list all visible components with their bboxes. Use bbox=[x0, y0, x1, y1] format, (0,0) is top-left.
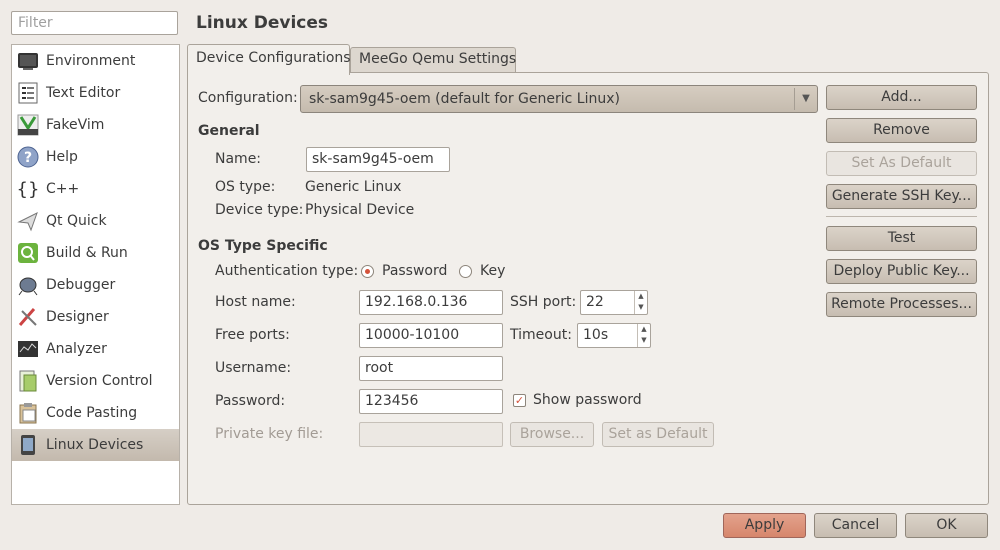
version-control-icon bbox=[19, 370, 37, 392]
ssh-port-stepper[interactable]: 22 ▲ ▼ bbox=[580, 290, 648, 315]
apply-button[interactable]: Apply bbox=[723, 513, 806, 538]
sidebar-item-label: C++ bbox=[46, 181, 80, 197]
monitor-icon bbox=[18, 53, 38, 70]
sidebar-item-label: Version Control bbox=[46, 373, 153, 389]
tab-device-configurations[interactable]: Device Configurations bbox=[187, 44, 351, 75]
auth-key-radio[interactable] bbox=[459, 265, 472, 278]
sidebar-item-label: Environment bbox=[46, 53, 136, 69]
chevron-down-icon: ▼ bbox=[794, 88, 817, 110]
general-section-title: General bbox=[198, 123, 260, 139]
tab-meego-qemu-settings[interactable]: MeeGo Qemu Settings bbox=[350, 47, 516, 73]
fakevim-icon bbox=[17, 114, 39, 136]
free-ports-label: Free ports: bbox=[215, 327, 290, 343]
sidebar-item-label: Debugger bbox=[46, 277, 116, 293]
sidebar-item-version-control[interactable]: Version Control bbox=[12, 365, 179, 397]
os-specific-section-title: OS Type Specific bbox=[198, 238, 328, 254]
debugger-icon bbox=[18, 277, 38, 296]
auth-type-label: Authentication type: bbox=[215, 263, 359, 279]
private-key-field[interactable] bbox=[359, 422, 503, 447]
sidebar-item-analyzer[interactable]: Analyzer bbox=[12, 333, 179, 365]
sidebar-item-label: Qt Quick bbox=[46, 213, 107, 229]
private-key-set-default-button[interactable]: Set as Default bbox=[602, 422, 714, 447]
device-type-value: Physical Device bbox=[305, 202, 415, 218]
name-field[interactable]: sk-sam9g45-oem bbox=[306, 147, 450, 172]
password-field[interactable]: 123456 bbox=[359, 389, 503, 414]
sidebar-item-label: Analyzer bbox=[46, 341, 107, 357]
timeout-stepper[interactable]: 10s ▲ ▼ bbox=[577, 323, 651, 348]
timeout-value: 10s bbox=[583, 327, 609, 343]
cancel-button[interactable]: Cancel bbox=[814, 513, 897, 538]
private-key-label: Private key file: bbox=[215, 426, 324, 442]
svg-text:{}: {} bbox=[17, 179, 39, 200]
configuration-value: sk-sam9g45-oem (default for Generic Linu… bbox=[309, 91, 620, 107]
timeout-label: Timeout: bbox=[510, 327, 572, 343]
name-label: Name: bbox=[215, 151, 262, 167]
filter-input[interactable]: Filter bbox=[11, 11, 178, 35]
button-separator bbox=[826, 216, 977, 217]
sidebar-item-label: Designer bbox=[46, 309, 109, 325]
show-password-label[interactable]: Show password bbox=[533, 392, 642, 408]
host-name-field[interactable]: 192.168.0.136 bbox=[359, 290, 503, 315]
os-type-label: OS type: bbox=[215, 179, 276, 195]
sidebar-item-label: FakeVim bbox=[46, 117, 105, 133]
build-run-icon bbox=[18, 243, 38, 263]
auth-password-label[interactable]: Password bbox=[382, 263, 447, 279]
sidebar-item-help[interactable]: ? Help bbox=[12, 141, 179, 173]
sidebar-item-qt-quick[interactable]: Qt Quick bbox=[12, 205, 179, 237]
text-editor-icon bbox=[18, 82, 38, 104]
username-field[interactable]: root bbox=[359, 356, 503, 381]
device-type-label: Device type: bbox=[215, 202, 304, 218]
help-icon: ? bbox=[17, 146, 39, 168]
free-ports-field[interactable]: 10000-10100 bbox=[359, 323, 503, 348]
designer-icon bbox=[18, 308, 37, 326]
sidebar-item-label: Code Pasting bbox=[46, 405, 138, 421]
analyzer-icon bbox=[18, 341, 38, 357]
username-label: Username: bbox=[215, 360, 292, 376]
sidebar-item-label: Linux Devices bbox=[46, 437, 144, 453]
show-password-checkbox[interactable]: ✓ bbox=[513, 394, 526, 407]
sidebar-item-linux-devices[interactable]: Linux Devices bbox=[12, 429, 179, 461]
sidebar-item-designer[interactable]: Designer bbox=[12, 301, 179, 333]
os-type-value: Generic Linux bbox=[305, 179, 402, 195]
sidebar-item-cpp[interactable]: {} C++ bbox=[12, 173, 179, 205]
sidebar-item-text-editor[interactable]: Text Editor bbox=[12, 77, 179, 109]
sidebar-item-label: Text Editor bbox=[46, 85, 121, 101]
remote-processes-button[interactable]: Remote Processes... bbox=[826, 292, 977, 317]
configuration-label: Configuration: bbox=[198, 90, 298, 106]
remove-button[interactable]: Remove bbox=[826, 118, 977, 143]
sidebar-item-code-pasting[interactable]: Code Pasting bbox=[12, 397, 179, 429]
sidebar-item-label: Build & Run bbox=[46, 245, 128, 261]
sidebar-item-environment[interactable]: Environment bbox=[12, 45, 179, 77]
sidebar-item-build-run[interactable]: Build & Run bbox=[12, 237, 179, 269]
sidebar-item-label: Help bbox=[46, 149, 78, 165]
settings-category-list[interactable]: Environment Text Editor FakeVim ? Help {… bbox=[11, 44, 180, 505]
auth-key-label[interactable]: Key bbox=[480, 263, 505, 279]
braces-icon: {} bbox=[17, 179, 39, 200]
generate-ssh-key-button[interactable]: Generate SSH Key... bbox=[826, 184, 977, 209]
ok-button[interactable]: OK bbox=[905, 513, 988, 538]
page-title: Linux Devices bbox=[196, 13, 329, 33]
set-as-default-button[interactable]: Set As Default bbox=[826, 151, 977, 176]
ssh-port-label: SSH port: bbox=[510, 294, 577, 310]
host-name-label: Host name: bbox=[215, 294, 296, 310]
add-button[interactable]: Add... bbox=[826, 85, 977, 110]
code-pasting-icon bbox=[19, 403, 37, 424]
test-button[interactable]: Test bbox=[826, 226, 977, 251]
linux-device-icon bbox=[21, 435, 35, 455]
stepper-arrows-icon[interactable]: ▲ ▼ bbox=[634, 291, 647, 314]
deploy-public-key-button[interactable]: Deploy Public Key... bbox=[826, 259, 977, 284]
sidebar-item-fakevim[interactable]: FakeVim bbox=[12, 109, 179, 141]
ssh-port-value: 22 bbox=[586, 294, 604, 310]
auth-password-radio[interactable] bbox=[361, 265, 374, 278]
stepper-arrows-icon[interactable]: ▲ ▼ bbox=[637, 324, 650, 347]
configuration-select[interactable]: sk-sam9g45-oem (default for Generic Linu… bbox=[300, 85, 818, 113]
browse-button[interactable]: Browse... bbox=[510, 422, 594, 447]
sidebar-item-debugger[interactable]: Debugger bbox=[12, 269, 179, 301]
qt-quick-icon bbox=[17, 211, 38, 232]
password-label: Password: bbox=[215, 393, 286, 409]
svg-text:?: ? bbox=[24, 150, 32, 166]
